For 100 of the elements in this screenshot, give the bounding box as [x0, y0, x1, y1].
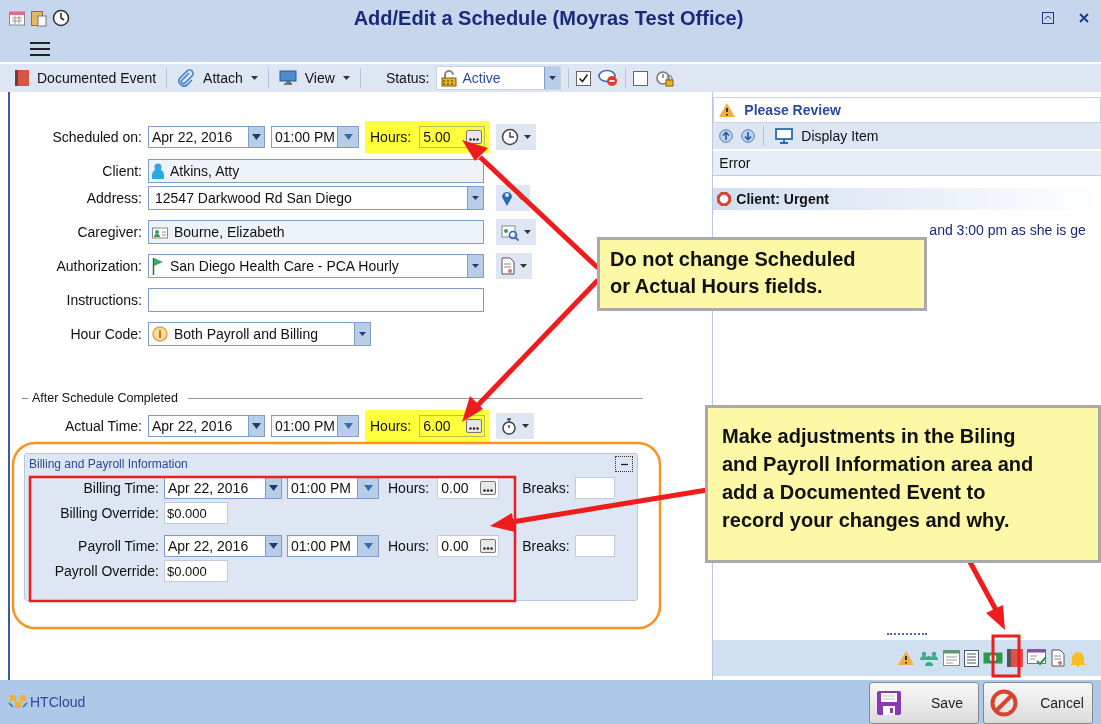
- caret-icon: [252, 134, 261, 140]
- field-label: Breaks:: [522, 480, 570, 496]
- stopwatch-menu-button[interactable]: [496, 413, 535, 439]
- field-label: Client:: [101, 163, 142, 179]
- status-dropdown[interactable]: Active: [436, 66, 562, 90]
- stopwatch-lock-icon[interactable]: [655, 68, 676, 88]
- caret-icon: [472, 264, 479, 268]
- caret-icon: [363, 543, 373, 549]
- hours-field[interactable]: 5.00: [419, 126, 486, 148]
- field-label: Authorization:: [55, 258, 142, 274]
- caret-icon: [342, 76, 350, 80]
- caret-icon: [269, 485, 278, 491]
- save-button[interactable]: Save: [869, 682, 979, 724]
- date-field[interactable]: Apr 22, 2016: [164, 535, 282, 557]
- restore-icon[interactable]: [1042, 12, 1054, 24]
- toolbar-button[interactable]: Attach: [174, 69, 261, 87]
- field-label: Instructions:: [65, 292, 142, 308]
- dropdown-field[interactable]: 12547 Darkwood Rd San Diego: [148, 186, 484, 210]
- form-icon[interactable]: [943, 650, 960, 666]
- cancel-button[interactable]: Cancel: [983, 682, 1093, 724]
- callout-note: Make adjustments in the Biling and Payroll Information area and add a Documented Event to record your changes and why.: [705, 405, 1101, 563]
- cloud-boxes-icon: [8, 694, 28, 710]
- input-field[interactable]: [574, 535, 615, 557]
- caret-icon: [524, 230, 531, 234]
- caret-icon: [472, 196, 479, 200]
- dropdown-field[interactable]: San Diego Health Care - PCA Hourly: [148, 254, 484, 278]
- ellipsis-icon[interactable]: [483, 489, 494, 492]
- display-item-button[interactable]: Display Item: [772, 128, 882, 144]
- caret-icon: [252, 423, 261, 429]
- time-field[interactable]: 01:00 PM: [287, 535, 379, 557]
- alert-title: Client: Urgent: [736, 191, 829, 207]
- toolbar-button[interactable]: Documented Event: [12, 70, 160, 86]
- input-field[interactable]: [574, 477, 615, 499]
- field-label: Address:: [85, 190, 142, 206]
- collapse-button[interactable]: [615, 456, 633, 472]
- date-field[interactable]: Apr 22, 2016: [148, 126, 265, 148]
- toolbar-button[interactable]: View: [275, 70, 353, 86]
- money-icon[interactable]: [983, 652, 1003, 664]
- hours-label: Hours:: [370, 418, 412, 434]
- clock-menu-button[interactable]: [496, 124, 537, 150]
- person-icon: [152, 163, 164, 179]
- lookup-field[interactable]: Atkins, Atty: [148, 159, 484, 183]
- warning-icon[interactable]: [897, 650, 915, 666]
- side-menu-button[interactable]: [496, 219, 536, 245]
- field-label: Billing Time:: [82, 480, 159, 496]
- caret-icon: [524, 135, 532, 139]
- up-arrow-icon[interactable]: [719, 129, 734, 143]
- menu-icon[interactable]: [30, 41, 50, 57]
- lock-icon: [440, 69, 459, 87]
- close-icon[interactable]: [1079, 13, 1089, 23]
- calendar-icon[interactable]: [8, 9, 26, 27]
- document-icon[interactable]: [1051, 649, 1065, 667]
- field-label: Payroll Override:: [53, 563, 159, 579]
- time-field[interactable]: 01:00 PM: [271, 415, 359, 437]
- clock-icon[interactable]: [52, 9, 70, 27]
- clipboard-icon[interactable]: [30, 9, 48, 27]
- column-header: Error: [713, 151, 1101, 176]
- ellipsis-icon[interactable]: [469, 427, 480, 430]
- coin-icon: [152, 326, 168, 342]
- checkbox[interactable]: [633, 70, 649, 86]
- caret-icon: [522, 424, 530, 428]
- lookup-field[interactable]: Bourne, Elizabeth: [148, 220, 484, 244]
- hours-field[interactable]: 6.00: [419, 415, 486, 437]
- ellipsis-icon[interactable]: [469, 138, 480, 141]
- approval-icon[interactable]: [1027, 649, 1047, 667]
- input-field[interactable]: [148, 288, 484, 312]
- time-field[interactable]: 01:00 PM: [287, 477, 379, 499]
- list-icon[interactable]: [964, 649, 979, 667]
- checkbox[interactable]: [576, 70, 592, 86]
- status-label: Status:: [385, 70, 430, 86]
- window-title: Add/Edit a Schedule (Moyras Test Office): [352, 6, 745, 30]
- caret-icon: [343, 134, 353, 140]
- side-menu-button[interactable]: [496, 253, 532, 279]
- down-arrow-icon[interactable]: [741, 129, 756, 143]
- hours-field[interactable]: 0.00: [437, 477, 500, 499]
- field-label: Actual Time:: [63, 418, 142, 434]
- date-field[interactable]: Apr 22, 2016: [164, 477, 282, 499]
- monitor-icon: [775, 128, 794, 144]
- prohibited-icon: [990, 689, 1018, 717]
- person-search-icon: [501, 223, 519, 241]
- input-field[interactable]: $0.000: [164, 502, 228, 524]
- ellipsis-icon[interactable]: [483, 547, 494, 550]
- highlight-frame: [991, 634, 1021, 678]
- date-field[interactable]: Apr 22, 2016: [148, 415, 265, 437]
- panel-title: Billing and Payroll Information: [29, 457, 188, 471]
- field-label: Caregiver:: [76, 224, 142, 240]
- field-label: Payroll Time:: [77, 538, 159, 554]
- time-field[interactable]: 01:00 PM: [271, 126, 359, 148]
- resize-grip[interactable]: [887, 633, 928, 637]
- id-badge-icon: [152, 225, 168, 239]
- caret-icon: [363, 485, 373, 491]
- input-field[interactable]: $0.000: [164, 560, 228, 582]
- hours-field[interactable]: 0.00: [437, 535, 500, 557]
- stopwatch-icon: [501, 417, 518, 435]
- chat-block-icon[interactable]: [598, 69, 619, 87]
- dropdown-field[interactable]: Both Payroll and Billing: [148, 322, 371, 346]
- caret-icon: [359, 332, 366, 336]
- panel-title: Please Review: [744, 102, 841, 118]
- paperclip-icon: [177, 69, 196, 87]
- monitor-icon: [278, 70, 297, 86]
